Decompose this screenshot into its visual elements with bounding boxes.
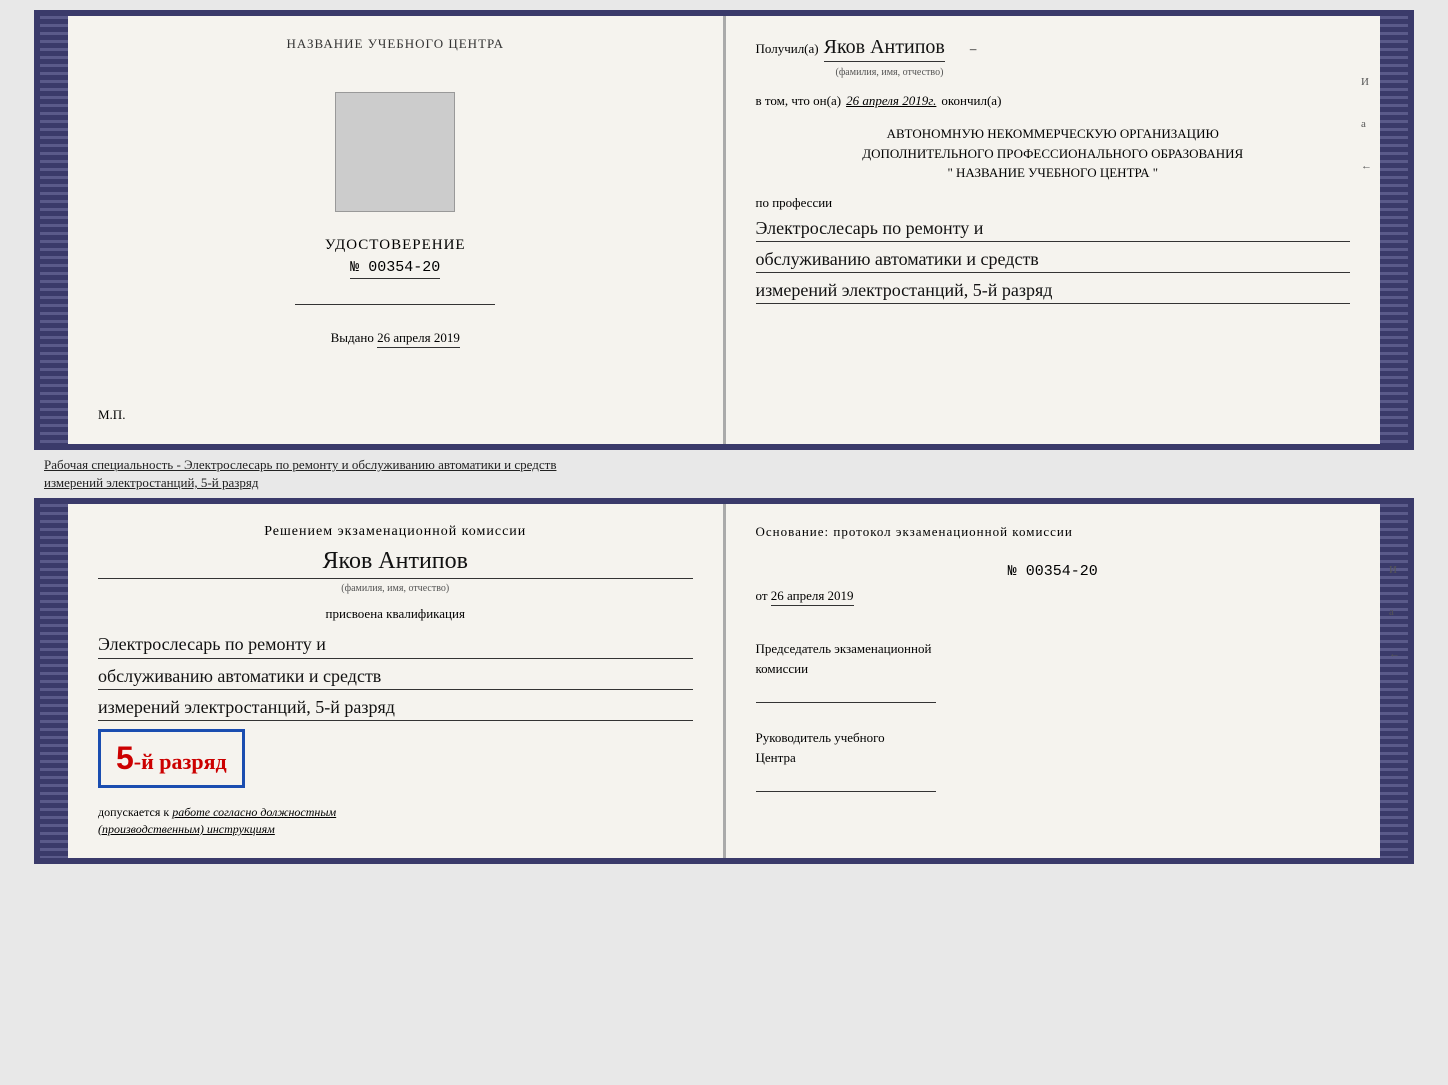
protocol-date-value: 26 апреля 2019 bbox=[771, 588, 854, 606]
side-mark-3: ← bbox=[1361, 160, 1372, 172]
grade-number: 5 bbox=[116, 740, 134, 776]
chairman-label: Председатель экзаменационной bbox=[756, 639, 1351, 659]
profession-label: по профессии bbox=[756, 195, 1351, 211]
issued-prefix: Выдано bbox=[331, 330, 374, 345]
side-mark-2: а bbox=[1361, 118, 1372, 130]
name-sublabel-bottom: (фамилия, имя, отчество) bbox=[98, 583, 693, 594]
bottom-right-page: Основание: протокол экзаменационной коми… bbox=[726, 504, 1381, 857]
org-line3: " НАЗВАНИЕ УЧЕБНОГО ЦЕНТРА " bbox=[756, 163, 1351, 183]
bottom-left-page: Решением экзаменационной комиссии Яков А… bbox=[68, 504, 726, 857]
bottom-side-mark-2: а bbox=[1389, 606, 1400, 618]
basis-label: Основание: протокол экзаменационной коми… bbox=[756, 524, 1351, 540]
allowed-text: работе согласно должностным bbox=[172, 805, 336, 819]
instructions-text: (производственным) инструкциям bbox=[98, 822, 275, 836]
stamp-placeholder bbox=[335, 92, 455, 212]
name-sublabel-top: (фамилия, имя, отчество) bbox=[836, 67, 1351, 78]
signature-line-1 bbox=[295, 304, 495, 305]
commission-label: комиссии bbox=[756, 659, 1351, 679]
mp-label: М.П. bbox=[98, 407, 125, 422]
decision-label: Решением экзаменационной комиссии bbox=[98, 524, 693, 540]
right-page-top: Получил(а) Яков Антипов – (фамилия, имя,… bbox=[726, 16, 1381, 444]
profession-line3: измерений электростанций, 5-й разряд bbox=[756, 278, 1351, 304]
org-line2: ДОПОЛНИТЕЛЬНОГО ПРОФЕССИОНАЛЬНОГО ОБРАЗО… bbox=[756, 144, 1351, 164]
top-certificate-book: НАЗВАНИЕ УЧЕБНОГО ЦЕНТРА УДОСТОВЕРЕНИЕ №… bbox=[34, 10, 1414, 450]
bottom-side-mark-3: ← bbox=[1389, 648, 1400, 660]
bottom-profession-line1: Электрослесарь по ремонту и bbox=[98, 632, 693, 658]
bottom-profession-line2: обслуживанию автоматики и средств bbox=[98, 664, 693, 690]
side-mark-1: И bbox=[1361, 76, 1372, 88]
grade-badge: 5-й разряд bbox=[98, 729, 245, 788]
chairman-signature-line bbox=[756, 683, 936, 703]
issued-date-value: 26 апреля 2019 bbox=[377, 330, 460, 348]
chairman-block: Председатель экзаменационной комиссии bbox=[756, 639, 1351, 708]
director-label: Руководитель учебного bbox=[756, 728, 1351, 748]
profession-line1: Электрослесарь по ремонту и bbox=[756, 216, 1351, 242]
protocol-number: № 00354-20 bbox=[756, 563, 1351, 580]
side-marks: И а ← bbox=[1361, 76, 1372, 172]
org-block: АВТОНОМНУЮ НЕКОММЕРЧЕСКУЮ ОРГАНИЗАЦИЮ ДО… bbox=[756, 124, 1351, 183]
director-block: Руководитель учебного Центра bbox=[756, 728, 1351, 797]
grade-suffix: -й разряд bbox=[134, 749, 227, 774]
received-prefix: Получил(а) bbox=[756, 41, 819, 57]
director-signature-line bbox=[756, 772, 936, 792]
annotation-line1: Рабочая специальность - Электрослесарь п… bbox=[44, 457, 556, 472]
bottom-profession-line3: измерений электростанций, 5-й разряд bbox=[98, 695, 693, 721]
school-name-label: НАЗВАНИЕ УЧЕБНОГО ЦЕНТРА bbox=[287, 36, 504, 52]
in-that-prefix: в том, что он(а) bbox=[756, 93, 842, 109]
book-spine-right-top bbox=[1380, 16, 1408, 444]
bottom-recipient-name: Яков Антипов bbox=[98, 548, 693, 579]
bottom-certificate-book: Решением экзаменационной комиссии Яков А… bbox=[34, 498, 1414, 863]
recipient-name: Яков Антипов bbox=[824, 36, 945, 62]
bottom-side-mark-1: И bbox=[1389, 564, 1400, 576]
received-line: Получил(а) Яков Антипов – bbox=[756, 36, 1351, 62]
certificate-number: № 00354-20 bbox=[350, 259, 440, 279]
certificate-title: УДОСТОВЕРЕНИЕ bbox=[325, 237, 466, 254]
finished-label: окончил(а) bbox=[941, 93, 1001, 109]
book-spine-right-bottom bbox=[1380, 504, 1408, 857]
book-spine-left-bottom bbox=[40, 504, 68, 857]
issued-date-line: Выдано 26 апреля 2019 bbox=[331, 330, 460, 346]
bottom-side-marks: И а ← bbox=[1389, 564, 1400, 660]
allowed-block: допускается к работе согласно должностны… bbox=[98, 804, 693, 838]
profession-line2: обслуживанию автоматики и средств bbox=[756, 247, 1351, 273]
annotation-line2: измерений электростанций, 5-й разряд bbox=[44, 475, 258, 490]
org-line1: АВТОНОМНУЮ НЕКОММЕРЧЕСКУЮ ОРГАНИЗАЦИЮ bbox=[756, 124, 1351, 144]
allowed-prefix: допускается к bbox=[98, 805, 169, 819]
protocol-date: от 26 апреля 2019 bbox=[756, 588, 1351, 604]
in-that-line: в том, что он(а) 26 апреля 2019г. окончи… bbox=[756, 93, 1351, 109]
book-spine-left bbox=[40, 16, 68, 444]
center-label: Центра bbox=[756, 748, 1351, 768]
date-prefix: от bbox=[756, 588, 768, 603]
annotation-block: Рабочая специальность - Электрослесарь п… bbox=[34, 450, 1414, 498]
qualification-label: присвоена квалификация bbox=[98, 606, 693, 622]
completion-date: 26 апреля 2019г. bbox=[846, 93, 936, 109]
left-page-top: НАЗВАНИЕ УЧЕБНОГО ЦЕНТРА УДОСТОВЕРЕНИЕ №… bbox=[68, 16, 726, 444]
